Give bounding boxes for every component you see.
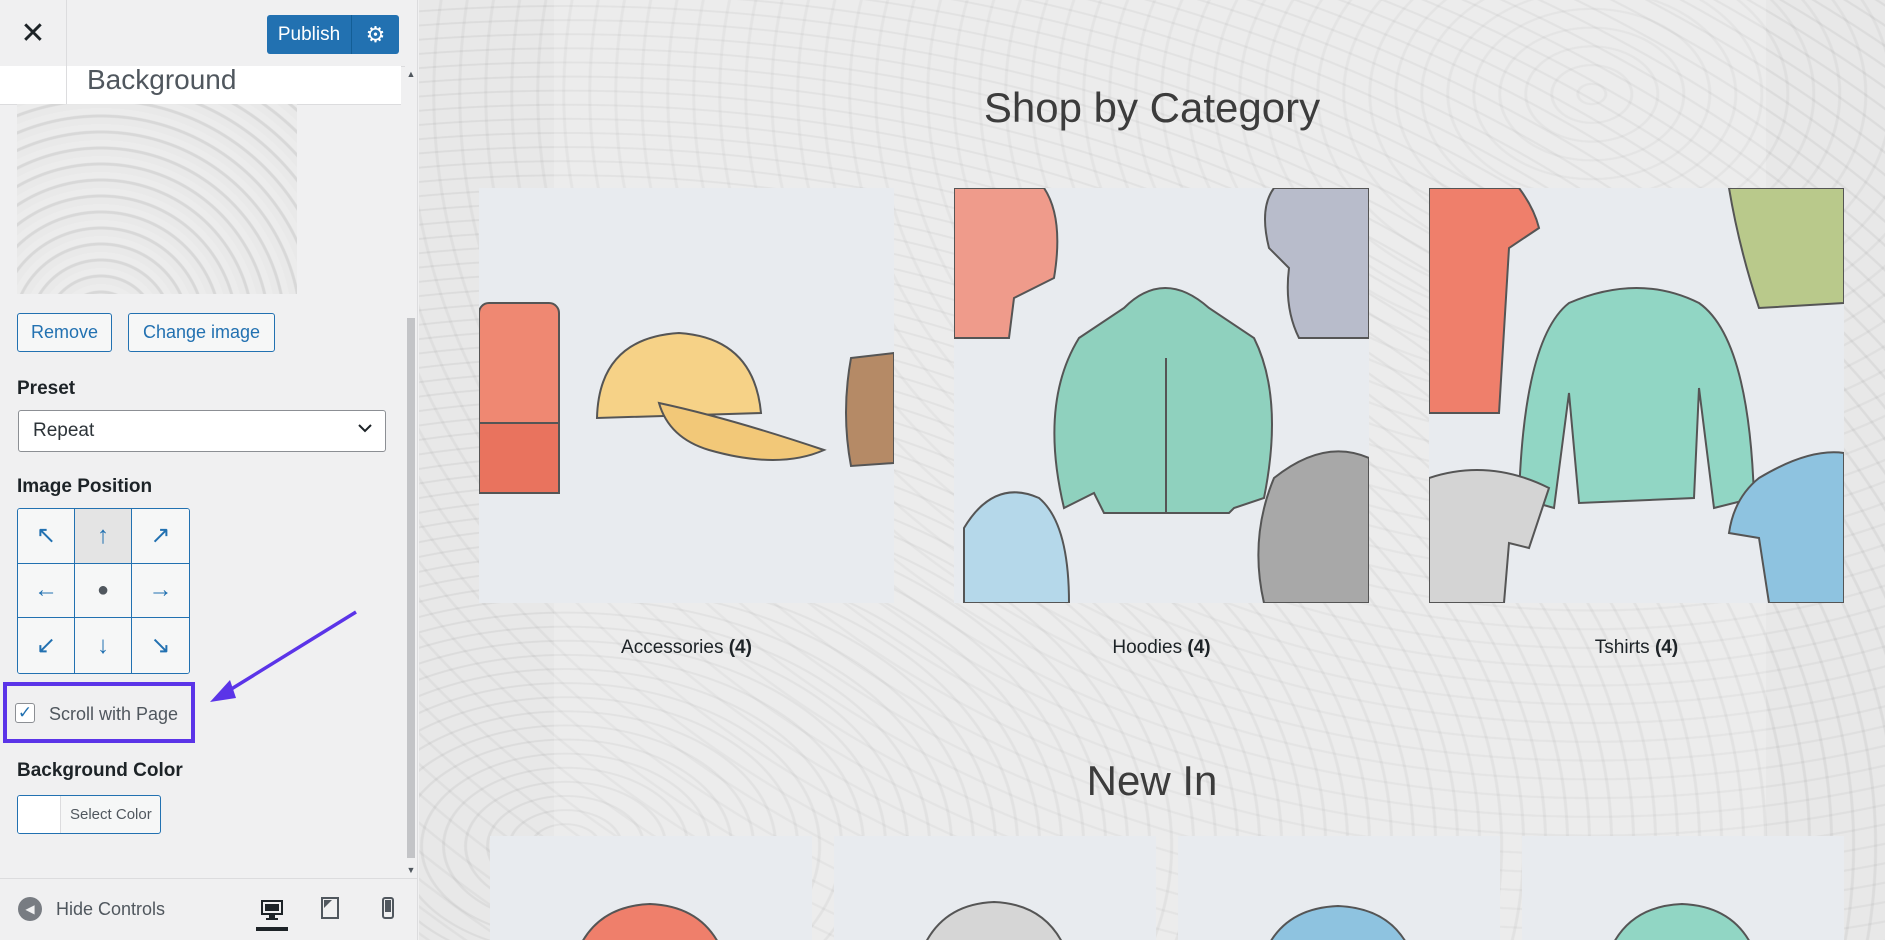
arrow-left-icon[interactable]: ← bbox=[18, 563, 75, 619]
preset-value: Repeat bbox=[33, 420, 95, 441]
publish-group: Publish ⚙ bbox=[267, 15, 399, 54]
scrollbar-thumb[interactable] bbox=[407, 318, 415, 858]
arrow-up-left-icon[interactable]: ↖ bbox=[18, 509, 75, 564]
color-swatch bbox=[18, 796, 61, 833]
category-label-hoodies[interactable]: Hoodies (4) bbox=[954, 637, 1369, 659]
category-count: (4) bbox=[728, 637, 752, 658]
annotation-arrow bbox=[210, 610, 357, 702]
arrow-down-icon[interactable]: ↓ bbox=[75, 618, 132, 673]
scroll-with-page-label[interactable]: Scroll with Page bbox=[49, 704, 178, 725]
section-title: Background bbox=[87, 64, 237, 95]
product-image bbox=[1270, 904, 1406, 940]
product-image bbox=[1614, 902, 1750, 940]
back-button[interactable] bbox=[0, 66, 67, 104]
product-card[interactable] bbox=[1178, 836, 1500, 940]
category-count: (4) bbox=[1654, 637, 1679, 658]
arrow-right-icon[interactable]: → bbox=[132, 563, 189, 619]
category-count: (4) bbox=[1187, 637, 1211, 658]
image-position-grid: ↖ ↑ ↗ ← ● → ↙ ↓ ↘ bbox=[17, 508, 190, 674]
hide-controls-button[interactable]: ◀ Hide Controls bbox=[18, 897, 165, 921]
tablet-preview-icon[interactable] bbox=[314, 893, 346, 923]
close-icon[interactable]: ✕ bbox=[0, 0, 67, 66]
category-card-accessories[interactable] bbox=[479, 188, 894, 603]
site-preview: Shop by Category Accessories (4) Hoodies… bbox=[419, 0, 1885, 940]
customizer-footer: ◀ Hide Controls bbox=[0, 878, 417, 940]
product-image bbox=[926, 900, 1062, 940]
select-color-button[interactable]: Select Color bbox=[17, 795, 161, 834]
scroll-down-icon[interactable]: ▼ bbox=[405, 864, 417, 876]
background-color-label: Background Color bbox=[17, 760, 183, 781]
hide-controls-label: Hide Controls bbox=[56, 898, 166, 919]
category-name: Accessories bbox=[621, 637, 724, 658]
new-in-heading: New In bbox=[1086, 757, 1218, 804]
product-card[interactable] bbox=[1522, 836, 1844, 940]
hoodies-image bbox=[954, 188, 1369, 603]
preset-label: Preset bbox=[17, 378, 76, 399]
collapse-icon: ◀ bbox=[18, 897, 42, 921]
chevron-down-icon bbox=[358, 424, 372, 433]
section-header: Background bbox=[0, 64, 401, 105]
product-image bbox=[582, 902, 718, 940]
category-label-accessories[interactable]: Accessories (4) bbox=[479, 637, 894, 659]
arrow-up-icon[interactable]: ↑ bbox=[75, 509, 132, 564]
product-card[interactable] bbox=[490, 836, 812, 940]
publish-button[interactable]: Publish bbox=[267, 15, 351, 54]
category-card-hoodies[interactable] bbox=[954, 188, 1369, 603]
gear-icon[interactable]: ⚙ bbox=[351, 15, 399, 54]
desktop-preview-icon[interactable] bbox=[256, 893, 288, 931]
arrow-down-left-icon[interactable]: ↙ bbox=[18, 618, 75, 673]
scroll-with-page-checkbox[interactable]: ✓ bbox=[15, 703, 35, 723]
category-card-tshirts[interactable] bbox=[1429, 188, 1844, 603]
scroll-up-icon[interactable]: ▲ bbox=[405, 68, 417, 80]
accessories-image bbox=[479, 302, 894, 494]
arrow-down-right-icon[interactable]: ↘ bbox=[132, 618, 189, 673]
tshirts-image bbox=[1429, 188, 1844, 603]
sidebar-scrollbar[interactable]: ▲ ▼ bbox=[405, 66, 417, 878]
background-image-preview bbox=[17, 104, 297, 294]
product-card[interactable] bbox=[834, 836, 1156, 940]
shop-by-category-heading: Shop by Category bbox=[983, 84, 1321, 131]
mobile-preview-icon[interactable] bbox=[372, 893, 404, 923]
remove-button[interactable]: Remove bbox=[17, 313, 112, 352]
category-name: Tshirts bbox=[1594, 637, 1650, 658]
customizer-header: ✕ Publish ⚙ bbox=[0, 0, 417, 67]
arrow-up-right-icon[interactable]: ↗ bbox=[132, 509, 189, 564]
category-name: Hoodies bbox=[1112, 637, 1183, 658]
preset-select[interactable]: Repeat bbox=[18, 410, 386, 452]
image-position-label: Image Position bbox=[17, 476, 153, 497]
select-color-label: Select Color bbox=[70, 806, 152, 823]
change-image-button[interactable]: Change image bbox=[128, 313, 275, 352]
category-label-tshirts[interactable]: Tshirts (4) bbox=[1429, 637, 1844, 659]
center-dot-icon[interactable]: ● bbox=[75, 563, 132, 619]
customizer-sidebar: ✕ Publish ⚙ Background ▲ ▼ Remove Change… bbox=[0, 0, 418, 940]
